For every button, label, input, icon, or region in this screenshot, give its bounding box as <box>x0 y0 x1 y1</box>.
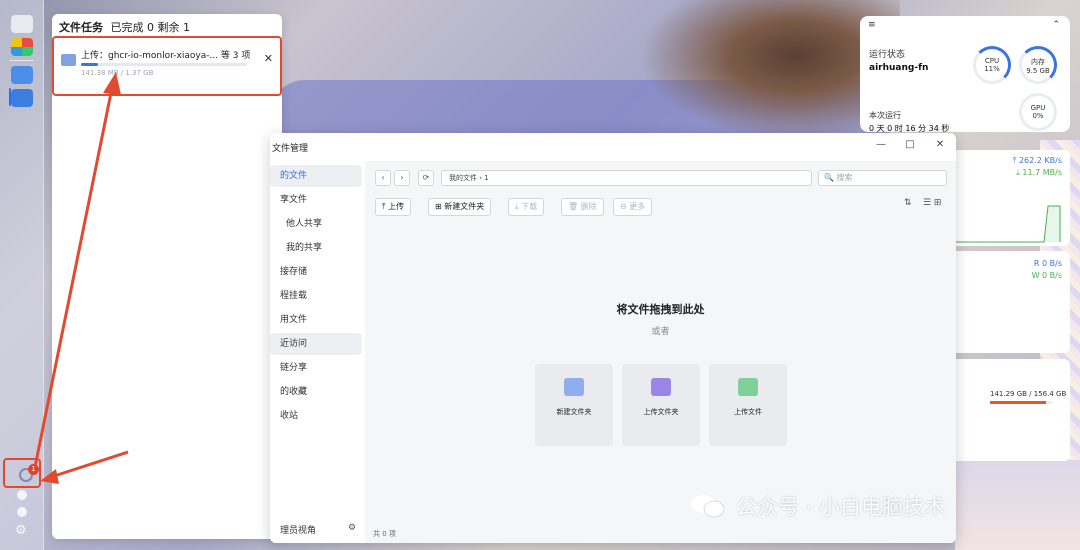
path-breadcrumb[interactable]: 我的文件 › 1 <box>441 170 812 186</box>
disk-io-card: R 0 B/s W 0 B/s <box>956 251 1070 353</box>
maximize-button[interactable]: □ <box>903 139 917 150</box>
back-button[interactable]: ‹ <box>375 170 391 186</box>
sidebar-item-connected-storage[interactable]: 接存储 <box>270 261 362 283</box>
task-summary: 已完成 0 剩余 1 <box>110 21 191 34</box>
drop-zone-title: 将文件拖拽到此处 <box>616 303 705 316</box>
sidebar-item-shared-files[interactable]: 享文件 <box>270 189 362 211</box>
sidebar-item-recent[interactable]: 近访问 <box>270 333 362 355</box>
new-folder-icon <box>564 378 584 396</box>
memory-gauge: 内存 9.5 GB <box>1019 46 1057 84</box>
upload-file-card[interactable]: 上传文件 <box>709 364 787 446</box>
more-button[interactable]: ⊖ 更多 <box>613 198 653 216</box>
sidebar-item-my-shares[interactable]: 我的共享 <box>270 237 362 259</box>
status-card: ≡ ⌃ 运行状态 airhuang-fn CPU 11% 内存 9.5 GB G… <box>860 16 1070 133</box>
dock-divider <box>10 60 34 61</box>
uptime-label: 本次运行 <box>869 111 901 120</box>
main-pane: ‹ › ⟳ 我的文件 › 1 🔍 搜索 ⤒ 上传 ⊞ 新建文件夹 ⤓ 下载 🗑 … <box>365 161 956 543</box>
task-count-badge: 1 <box>28 464 39 475</box>
new-folder-card-label: 新建文件夹 <box>556 408 592 416</box>
title-bar[interactable]: 文件管理 — □ ✕ <box>270 133 956 161</box>
wechat-logo-icon <box>691 495 725 518</box>
sidebar: 的文件 享文件 他人共享 我的共享 接存储 程挂载 用文件 近访问 链分享 的收… <box>270 161 364 543</box>
close-icon[interactable]: ✕ <box>264 52 273 65</box>
delete-button[interactable]: 🗑 删除 <box>561 198 604 216</box>
network-graph <box>956 205 1061 243</box>
storage-bar <box>990 401 1052 404</box>
upload-task-item[interactable]: 上传：ghcr-io-monlor-xiaoya-... 等 3 项 141.3… <box>52 36 282 96</box>
file-task-button[interactable]: 1 <box>17 464 39 484</box>
download-button[interactable]: ⤓ 下载 <box>508 198 545 216</box>
cpu-gauge-arc <box>973 46 1011 84</box>
gpu-value: 0% <box>1032 112 1044 120</box>
disk-read: R 0 B/s <box>1033 259 1062 268</box>
close-button[interactable]: ✕ <box>933 139 947 150</box>
item-count: 共 0 项 <box>373 530 396 538</box>
admin-view-label[interactable]: 理员视角 <box>280 523 316 536</box>
desktop-icon[interactable] <box>11 15 33 33</box>
task-progress-fill <box>81 63 98 66</box>
network-download: ⤓ 11.7 MB/s <box>1016 168 1062 177</box>
notification-icon[interactable] <box>17 490 27 500</box>
gpu-gauge: GPU 0% <box>1019 93 1057 131</box>
forward-button[interactable]: › <box>394 170 410 186</box>
sidebar-item-favorites[interactable]: 的收藏 <box>270 381 362 403</box>
task-name: 上传：ghcr-io-monlor-xiaoya-... 等 3 项 <box>81 51 251 61</box>
upload-folder-card-label: 上传文件夹 <box>643 408 679 416</box>
memory-gauge-arc <box>1019 46 1057 84</box>
storage-fill <box>990 401 1046 404</box>
upload-button[interactable]: ⤒ 上传 <box>375 198 412 216</box>
sidebar-item-link-shares[interactable]: 链分享 <box>270 357 362 379</box>
upload-folder-card[interactable]: 上传文件夹 <box>622 364 700 446</box>
settings-icon[interactable]: ⚙ <box>15 523 27 538</box>
minimize-button[interactable]: — <box>874 139 888 150</box>
app-center-icon[interactable] <box>11 38 33 56</box>
storage-value: 141.29 GB / 156.4 GB <box>990 390 1067 398</box>
admin-settings-icon[interactable]: ⚙ <box>348 523 356 533</box>
user-icon[interactable] <box>17 507 27 517</box>
upload-folder-icon <box>651 378 671 396</box>
disk-write: W 0 B/s <box>1031 271 1062 280</box>
folder-icon <box>61 54 76 66</box>
wallpaper-pattern-bottom <box>955 460 1080 550</box>
status-label: 运行状态 <box>869 50 906 60</box>
window-title: 文件管理 <box>272 144 309 154</box>
refresh-button[interactable]: ⟳ <box>418 170 434 186</box>
file-manager-window: 文件管理 — □ ✕ 的文件 享文件 他人共享 我的共享 接存储 程挂载 用文件… <box>270 133 956 543</box>
sidebar-item-shared-by-others[interactable]: 他人共享 <box>270 213 362 235</box>
new-folder-button[interactable]: ⊞ 新建文件夹 <box>428 198 492 216</box>
app-icon[interactable] <box>11 66 33 84</box>
cpu-gauge: CPU 11% <box>973 46 1011 84</box>
file-manager-icon[interactable] <box>11 89 33 107</box>
task-progress-bar <box>81 63 247 66</box>
new-folder-card[interactable]: 新建文件夹 <box>535 364 613 446</box>
collapse-icon[interactable]: ⌃ <box>1052 20 1060 30</box>
network-upload: ⤒ 262.2 KB/s <box>1012 156 1062 165</box>
sidebar-item-my-files[interactable]: 的文件 <box>270 165 362 187</box>
sidebar-item-recycle-bin[interactable]: 收站 <box>270 405 362 427</box>
host-name: airhuang-fn <box>869 63 929 73</box>
dock: 1 ⚙ <box>0 0 44 550</box>
search-input[interactable]: 🔍 搜索 <box>818 170 947 186</box>
upload-file-icon <box>738 378 758 396</box>
upload-file-card-label: 上传文件 <box>734 408 762 416</box>
drop-zone-or: 或者 <box>651 327 670 337</box>
widget-menu-icon[interactable]: ≡ <box>868 20 876 30</box>
network-card: ⤒ 262.2 KB/s ⤓ 11.7 MB/s <box>956 150 1070 246</box>
sort-icon[interactable]: ⇅ <box>904 198 912 208</box>
sidebar-item-common-files[interactable]: 用文件 <box>270 309 362 331</box>
task-panel-title: 文件任务 <box>59 21 103 34</box>
task-size: 141.38 MB / 1.37 GB <box>81 69 154 77</box>
file-task-panel: 文件任务 已完成 0 剩余 1 上传：ghcr-io-monlor-xiaoya… <box>52 14 282 539</box>
storage-card: 141.29 GB / 156.4 GB <box>956 359 1070 461</box>
task-panel-header: 文件任务 已完成 0 剩余 1 <box>59 19 190 35</box>
gpu-label: GPU <box>1030 104 1046 112</box>
sidebar-item-remote-mount[interactable]: 程挂载 <box>270 285 362 307</box>
watermark-text: 公众号 · 小白电脑技术 <box>736 495 946 519</box>
view-toggle-icon[interactable]: ☰ ⊞ <box>923 198 941 208</box>
